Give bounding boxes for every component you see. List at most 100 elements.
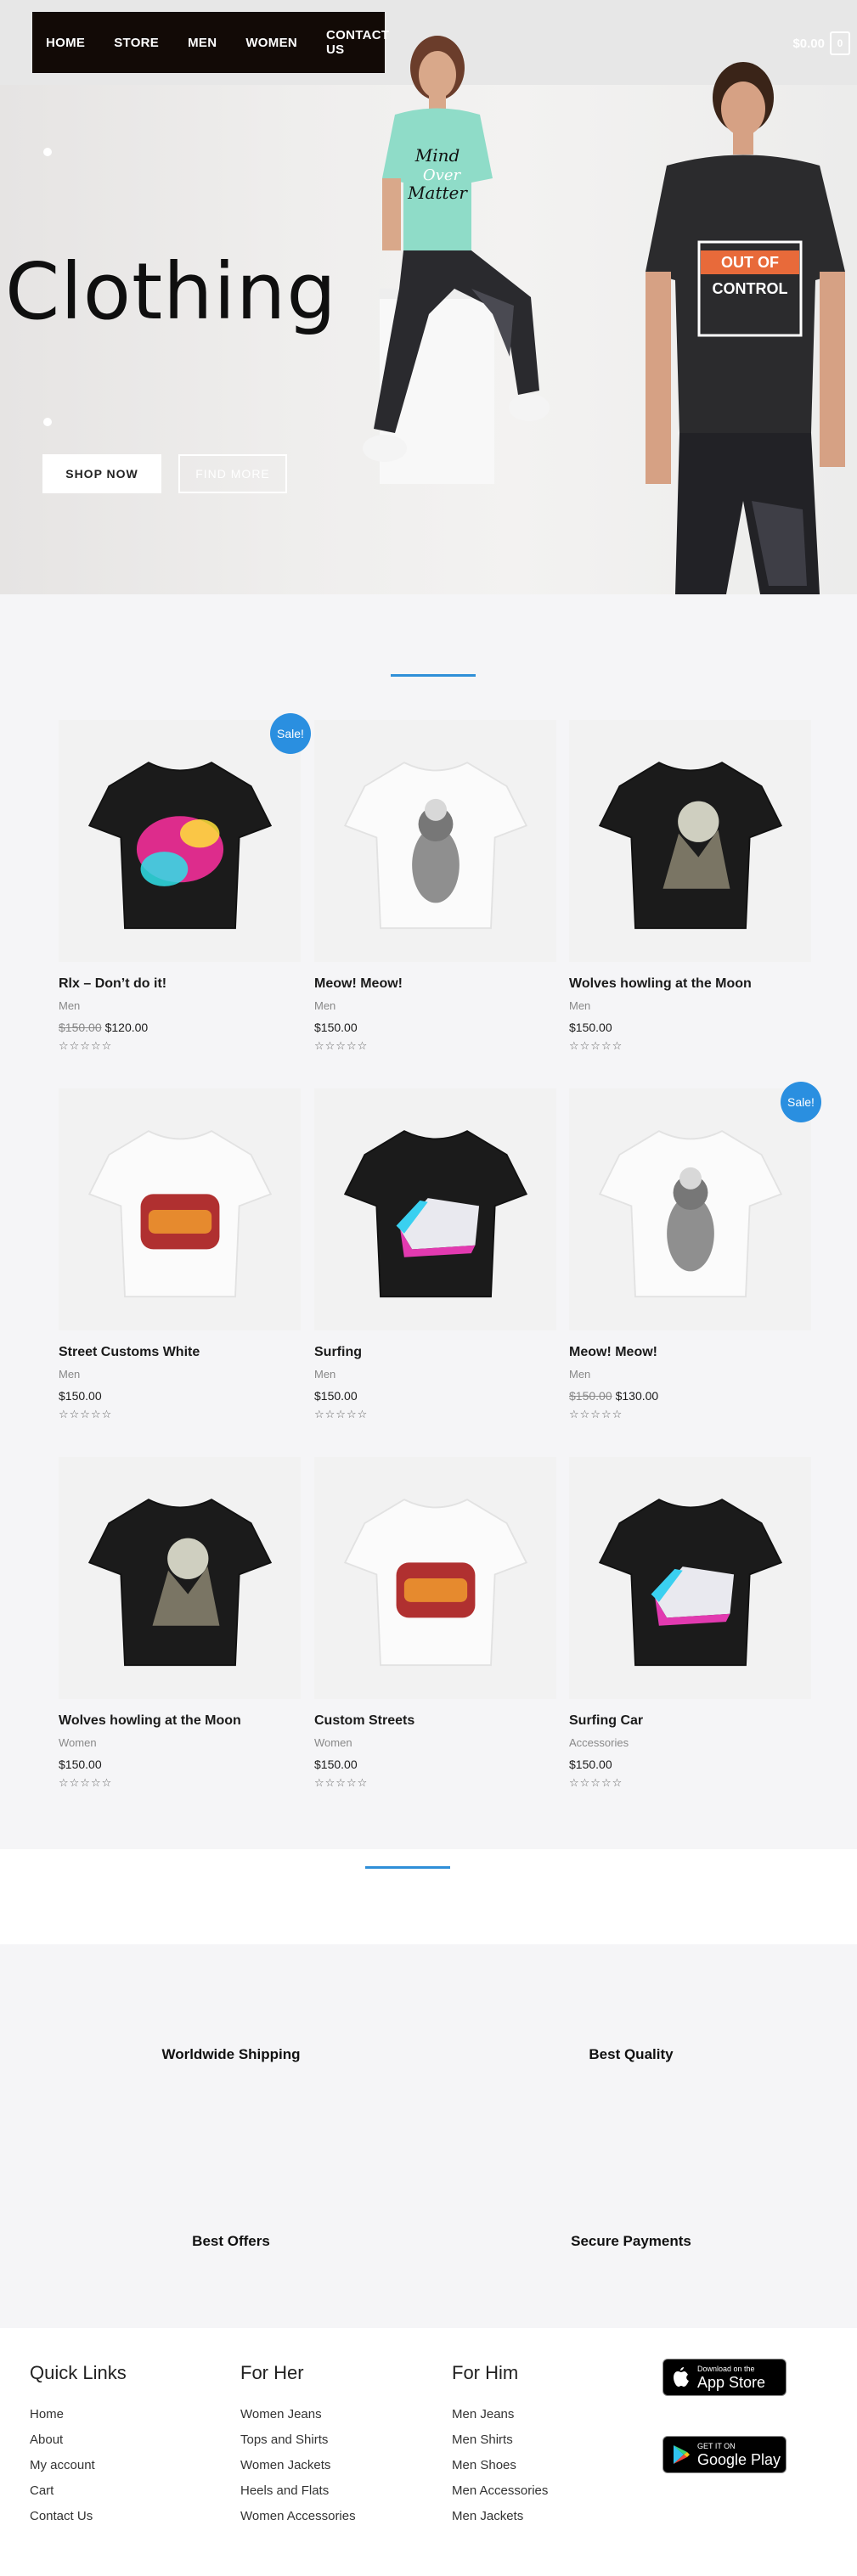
footer-link-about[interactable]: About: [30, 2433, 127, 2447]
footer-link-men-jackets[interactable]: Men Jackets: [452, 2509, 548, 2523]
footer: Quick Links Home About My account Cart C…: [0, 2328, 857, 2576]
product-price: $150.00: [314, 1758, 556, 1771]
current-price: $150.00: [569, 1021, 612, 1034]
product-image[interactable]: [314, 720, 556, 962]
product-image[interactable]: [59, 1457, 301, 1699]
footer-link-cart[interactable]: Cart: [30, 2483, 127, 2498]
rating-stars-icon: ☆☆☆☆☆: [59, 1776, 113, 1789]
band-divider: [365, 1866, 450, 1869]
find-more-button[interactable]: FIND MORE: [178, 454, 287, 493]
footer-for-her: For Her Women Jeans Tops and Shirts Wome…: [240, 2362, 356, 2534]
footer-quick-links: Quick Links Home About My account Cart C…: [30, 2362, 127, 2534]
product-name[interactable]: Wolves howling at the Moon: [59, 1713, 301, 1729]
shirt2-text-line2: CONTROL: [713, 280, 788, 297]
shirt1-text-line1: Mind: [414, 145, 460, 166]
section-divider: [391, 674, 476, 677]
current-price: $150.00: [59, 1389, 102, 1403]
product-card[interactable]: Sale! Meow! Meow! Men $150.00 $130.00 ☆☆☆☆☆: [569, 1082, 821, 1421]
footer-col-title: For Her: [240, 2362, 304, 2383]
footer-link-contact[interactable]: Contact Us: [30, 2509, 127, 2523]
product-card[interactable]: Street Customs White Men $150.00 ☆☆☆☆☆: [59, 1088, 301, 1421]
product-card[interactable]: Wolves howling at the Moon Women $150.00 ☆☆…: [59, 1457, 301, 1790]
current-price: $120.00: [104, 1021, 149, 1034]
product-name[interactable]: Surfing: [314, 1345, 556, 1360]
product-card[interactable]: Meow! Meow! Men $150.00 ☆☆☆☆☆: [314, 720, 556, 1053]
footer-link-home[interactable]: Home: [30, 2407, 127, 2421]
sale-badge: Sale!: [270, 713, 311, 754]
product-name[interactable]: Wolves howling at the Moon: [569, 976, 811, 992]
nav-women[interactable]: WOMEN: [245, 36, 297, 50]
rating-stars-icon: ☆☆☆☆☆: [314, 1039, 369, 1052]
old-price: $150.00: [569, 1389, 612, 1403]
model-sitting-image: Mind Over Matter: [363, 36, 550, 484]
product-category: Men: [569, 1368, 591, 1381]
footer-link-women-accessories[interactable]: Women Accessories: [240, 2509, 356, 2523]
footer-link-men-jeans[interactable]: Men Jeans: [452, 2407, 548, 2421]
product-name[interactable]: Meow! Meow!: [569, 1345, 811, 1360]
google-play-badge[interactable]: GET IT ON Google Play: [662, 2436, 787, 2473]
footer-col-title: Quick Links: [30, 2362, 127, 2383]
product-card[interactable]: Sale! Rlx – Don’t do it! Men $150.00 $120.00…: [59, 713, 311, 1053]
product-image[interactable]: Sale!: [569, 1082, 821, 1330]
app-store-small-text: Download on the: [697, 2364, 755, 2373]
product-category: Men: [59, 999, 81, 1012]
rating-stars-icon: ☆☆☆☆☆: [314, 1408, 369, 1420]
product-name[interactable]: Rlx – Don’t do it!: [59, 976, 301, 992]
slider-dot-2[interactable]: [43, 418, 52, 426]
nav-home[interactable]: HOME: [46, 36, 85, 50]
product-price: $150.00: [314, 1021, 556, 1034]
product-card[interactable]: Surfing Car Accessories $150.00 ☆☆☆☆☆: [569, 1457, 811, 1790]
product-price: $150.00: [569, 1758, 811, 1771]
footer-link-women-jeans[interactable]: Women Jeans: [240, 2407, 356, 2421]
current-price: $150.00: [314, 1021, 358, 1034]
shirt1-text-line2: Over: [423, 166, 462, 184]
products-section: Sale! Rlx – Don’t do it! Men $150.00 $120.00…: [0, 594, 857, 1849]
footer-link-tops[interactable]: Tops and Shirts: [240, 2433, 356, 2447]
app-store-big-text: App Store: [697, 2373, 766, 2391]
product-image[interactable]: Sale!: [59, 713, 311, 962]
product-card[interactable]: Custom Streets Women $150.00 ☆☆☆☆☆: [314, 1457, 556, 1790]
feature-shipping: Worldwide Shipping: [161, 2046, 301, 2062]
rating-stars-icon: ☆☆☆☆☆: [569, 1776, 623, 1789]
google-play-small-text: GET IT ON: [697, 2441, 736, 2450]
product-card[interactable]: Wolves howling at the Moon Men $150.00 ☆☆☆☆…: [569, 720, 811, 1053]
product-image[interactable]: [59, 1088, 301, 1330]
cart-button[interactable]: $0.00 0: [792, 31, 850, 55]
footer-link-women-jackets[interactable]: Women Jackets: [240, 2458, 356, 2472]
product-price: $150.00 $130.00: [569, 1389, 811, 1403]
shop-now-button[interactable]: SHOP NOW: [42, 454, 161, 493]
product-image[interactable]: [314, 1088, 556, 1330]
hero-title: Clothing: [5, 246, 337, 337]
current-price: $130.00: [615, 1389, 659, 1403]
product-category: Men: [59, 1368, 81, 1381]
product-card[interactable]: Surfing Men $150.00 ☆☆☆☆☆: [314, 1088, 556, 1421]
rating-stars-icon: ☆☆☆☆☆: [59, 1039, 113, 1052]
product-image[interactable]: [314, 1457, 556, 1699]
nav-store[interactable]: STORE: [114, 36, 159, 50]
footer-link-account[interactable]: My account: [30, 2458, 127, 2472]
google-play-big-text: Google Play: [697, 2450, 781, 2468]
slider-dot-1[interactable]: [43, 148, 52, 156]
nav-men[interactable]: MEN: [188, 36, 217, 50]
apple-icon: [674, 2367, 689, 2387]
product-image[interactable]: [569, 720, 811, 962]
product-price: $150.00: [59, 1389, 301, 1403]
footer-link-men-accessories[interactable]: Men Accessories: [452, 2483, 548, 2498]
product-name[interactable]: Meow! Meow!: [314, 976, 556, 992]
current-price: $150.00: [59, 1758, 102, 1771]
footer-link-heels[interactable]: Heels and Flats: [240, 2483, 356, 2498]
cart-icon: 0: [830, 31, 850, 55]
feature-quality: Best Quality: [589, 2046, 674, 2062]
product-name[interactable]: Street Customs White: [59, 1345, 301, 1360]
footer-link-men-shirts[interactable]: Men Shirts: [452, 2433, 548, 2447]
footer-link-men-shoes[interactable]: Men Shoes: [452, 2458, 548, 2472]
product-price: $150.00 $120.00: [59, 1021, 301, 1034]
product-name[interactable]: Custom Streets: [314, 1713, 556, 1729]
product-image[interactable]: [569, 1457, 811, 1699]
product-name[interactable]: Surfing Car: [569, 1713, 811, 1729]
page: HOME STORE MEN WOMEN CONTACT US $0.00 0 …: [0, 0, 857, 2576]
google-play-icon: [674, 2445, 690, 2464]
rating-stars-icon: ☆☆☆☆☆: [314, 1776, 369, 1789]
app-store-badge[interactable]: Download on the App Store: [662, 2359, 787, 2396]
product-price: $150.00: [569, 1021, 811, 1034]
